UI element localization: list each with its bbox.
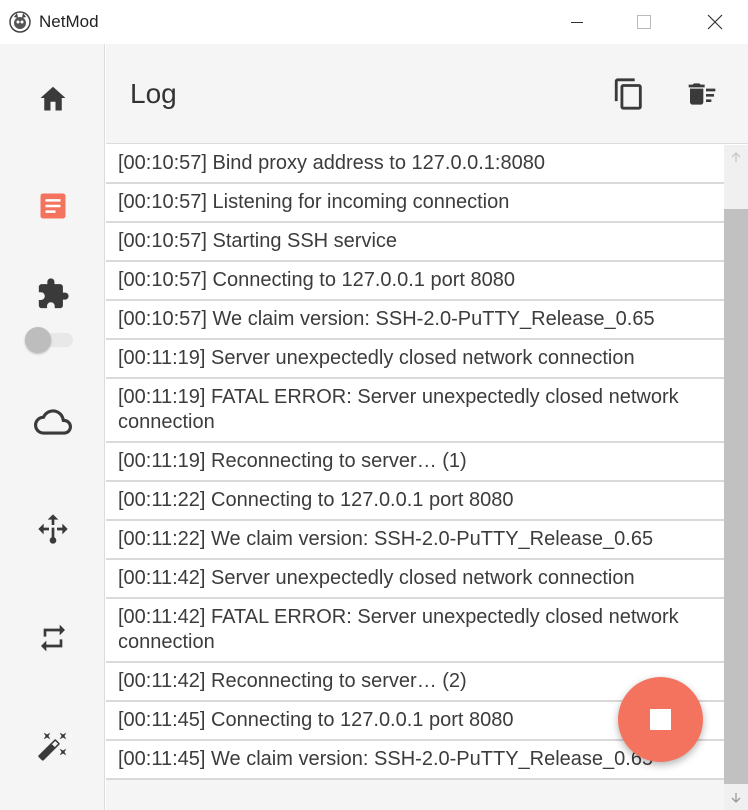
stop-icon [650,709,671,730]
copy-log-button[interactable] [607,72,651,116]
close-icon [707,14,723,30]
arrow-down-icon [731,793,741,803]
plugin-toggle[interactable] [25,327,73,353]
log-entry: [00:10:57] Listening for incoming connec… [106,184,724,223]
magic-wand-icon [37,732,66,761]
repeat-icon [40,624,65,652]
log-entry: [00:10:57] Connecting to 127.0.0.1 port … [106,262,724,301]
sidebar-item-log[interactable] [0,176,105,236]
page-title: Log [130,78,177,109]
log-entry: [00:11:22] Connecting to 127.0.0.1 port … [106,482,724,521]
sidebar-item-tools[interactable] [0,716,105,776]
page-header: Log [106,44,748,144]
sidebar-item-sync[interactable] [0,608,105,668]
home-icon [40,86,65,111]
clear-log-button[interactable] [680,72,724,116]
sidebar-item-home[interactable] [0,68,105,128]
minimize-icon [571,22,583,23]
delete-sweep-icon [688,83,716,105]
app-title: NetMod [39,12,99,31]
log-list: [00:10:57] Bind proxy address to 127.0.0… [106,145,724,780]
close-button[interactable] [691,0,739,44]
log-entry: [00:10:57] Bind proxy address to 127.0.0… [106,145,724,184]
stop-button[interactable] [618,677,703,762]
maximize-icon [637,15,651,29]
log-entry: [00:11:22] We claim version: SSH-2.0-PuT… [106,521,724,560]
puzzle-icon [38,278,69,309]
maximize-button[interactable] [620,0,668,44]
log-entry: [00:11:42] FATAL ERROR: Server unexpecte… [106,599,724,663]
sidebar-item-cloud[interactable] [0,392,105,452]
cloud-icon [33,409,72,435]
log-entry: [00:11:19] FATAL ERROR: Server unexpecte… [106,379,724,443]
network-arrows-icon [37,514,68,544]
sidebar-item-plugins[interactable] [0,264,105,324]
scroll-thumb[interactable] [724,209,748,784]
log-entry: [00:10:57] We claim version: SSH-2.0-PuT… [106,301,724,340]
log-entry: [00:10:57] Starting SSH service [106,223,724,262]
app-logo-icon [9,11,31,33]
sidebar-item-network[interactable] [0,499,105,559]
document-icon [40,193,65,219]
scroll-up-button[interactable] [724,145,748,169]
toggle-thumb [25,327,51,353]
log-entry: [00:11:42] Server unexpectedly closed ne… [106,560,724,599]
vertical-scrollbar[interactable] [724,145,748,810]
copy-icon [614,78,642,110]
log-entry: [00:11:19] Server unexpectedly closed ne… [106,340,724,379]
arrow-up-icon [731,152,741,162]
scroll-down-button[interactable] [724,786,748,810]
log-entry: [00:11:19] Reconnecting to server… (1) [106,443,724,482]
minimize-button[interactable] [553,0,601,44]
sidebar [0,44,105,810]
title-bar: NetMod [0,0,748,44]
